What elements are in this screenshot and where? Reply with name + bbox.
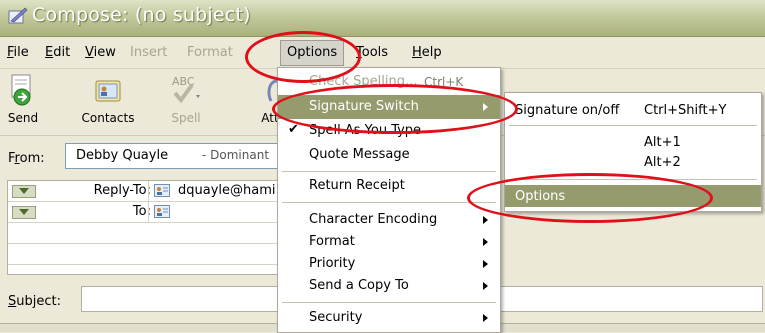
spell-label: Spell bbox=[171, 111, 201, 125]
address-row-reply-to: Reply-To: dquayle@hami bbox=[8, 181, 283, 202]
title-bar: Compose: (no subject) bbox=[0, 0, 765, 37]
from-name: Debby Quayle bbox=[76, 148, 169, 163]
submenu-item-shortcut: Alt+1 bbox=[644, 135, 681, 150]
submenu-item-label: Signature on/off bbox=[515, 103, 620, 118]
submenu-item-shortcut: Alt+2 bbox=[644, 155, 681, 170]
menu-item-label: Send a Copy To bbox=[309, 278, 409, 293]
menu-separator bbox=[509, 125, 757, 126]
contacts-button[interactable]: Contacts bbox=[78, 73, 138, 125]
send-icon bbox=[11, 74, 31, 106]
menu-item-label: Priority bbox=[309, 256, 356, 271]
menu-file[interactable]: File bbox=[7, 45, 29, 60]
spell-check-icon: ABC bbox=[172, 75, 200, 104]
annotation-circle-submenu-options bbox=[467, 173, 713, 223]
submenu-arrow-icon bbox=[483, 238, 488, 246]
menu-item-label: Return Receipt bbox=[309, 178, 405, 193]
address-row-empty[interactable] bbox=[8, 223, 283, 244]
menu-item-character-encoding[interactable]: Character Encoding bbox=[278, 208, 500, 232]
spell-button[interactable]: ABC Spell bbox=[166, 73, 206, 125]
subject-label: Subject: bbox=[8, 294, 61, 309]
menu-separator bbox=[282, 171, 496, 172]
annotation-circle-options-menu bbox=[245, 31, 361, 83]
menu-help[interactable]: Help bbox=[412, 45, 442, 60]
menu-view[interactable]: View bbox=[85, 45, 116, 60]
compose-icon bbox=[8, 7, 28, 24]
contacts-label: Contacts bbox=[81, 111, 135, 125]
submenu-arrow-icon bbox=[483, 314, 488, 322]
address-row-to: To: bbox=[8, 202, 283, 223]
send-label: Send bbox=[7, 111, 39, 125]
reply-to-input[interactable]: dquayle@hami bbox=[178, 183, 276, 198]
menu-format[interactable]: Format bbox=[187, 45, 233, 60]
menu-bar: File Edit View Insert Format Options Too… bbox=[0, 37, 765, 69]
submenu-arrow-icon bbox=[483, 216, 488, 224]
submenu-arrow-icon bbox=[483, 282, 488, 290]
submenu-item-shortcut: Ctrl+Shift+Y bbox=[644, 103, 727, 118]
annotation-circle-signature-switch bbox=[272, 84, 518, 134]
menu-item-priority[interactable]: Priority bbox=[278, 252, 500, 276]
menu-item-label: Quote Message bbox=[309, 147, 410, 162]
address-type-dropdown[interactable] bbox=[12, 185, 36, 198]
address-row-empty[interactable] bbox=[8, 244, 283, 265]
menu-item-send-a-copy-to[interactable]: Send a Copy To bbox=[278, 274, 500, 298]
row-divider bbox=[148, 181, 149, 201]
from-select[interactable]: Debby Quayle - Dominant bbox=[65, 143, 287, 169]
from-suffix: - Dominant bbox=[202, 148, 270, 162]
menu-item-label: Format bbox=[309, 234, 355, 249]
submenu-item-signature-2[interactable]: Alt+2 bbox=[505, 151, 761, 173]
menu-item-label: Security bbox=[309, 310, 363, 325]
contact-card-icon[interactable] bbox=[154, 183, 170, 198]
menu-edit[interactable]: Edit bbox=[45, 45, 70, 60]
address-list: Reply-To: dquayle@hami To: bbox=[7, 180, 284, 275]
menu-separator bbox=[282, 302, 496, 303]
window-title: Compose: (no subject) bbox=[32, 4, 251, 26]
menu-item-format[interactable]: Format bbox=[278, 230, 500, 254]
contacts-icon bbox=[95, 80, 121, 102]
menu-item-quote-message[interactable]: Quote Message bbox=[278, 143, 500, 167]
submenu-arrow-icon bbox=[483, 260, 488, 268]
contact-card-icon[interactable] bbox=[154, 204, 170, 219]
menu-item-label: Character Encoding bbox=[309, 212, 438, 227]
menu-separator bbox=[282, 202, 496, 203]
reply-to-label: Reply-To: bbox=[93, 183, 151, 198]
row-divider bbox=[148, 202, 149, 222]
from-label: From: bbox=[8, 151, 45, 166]
submenu-item-signature-1[interactable]: Alt+1 bbox=[505, 131, 761, 153]
send-button[interactable]: Send bbox=[4, 73, 42, 125]
menu-insert[interactable]: Insert bbox=[130, 45, 167, 60]
submenu-item-signature-on-off[interactable]: Signature on/off Ctrl+Shift+Y bbox=[505, 99, 761, 121]
address-type-dropdown[interactable] bbox=[12, 206, 36, 219]
menu-item-security[interactable]: Security bbox=[278, 306, 500, 330]
